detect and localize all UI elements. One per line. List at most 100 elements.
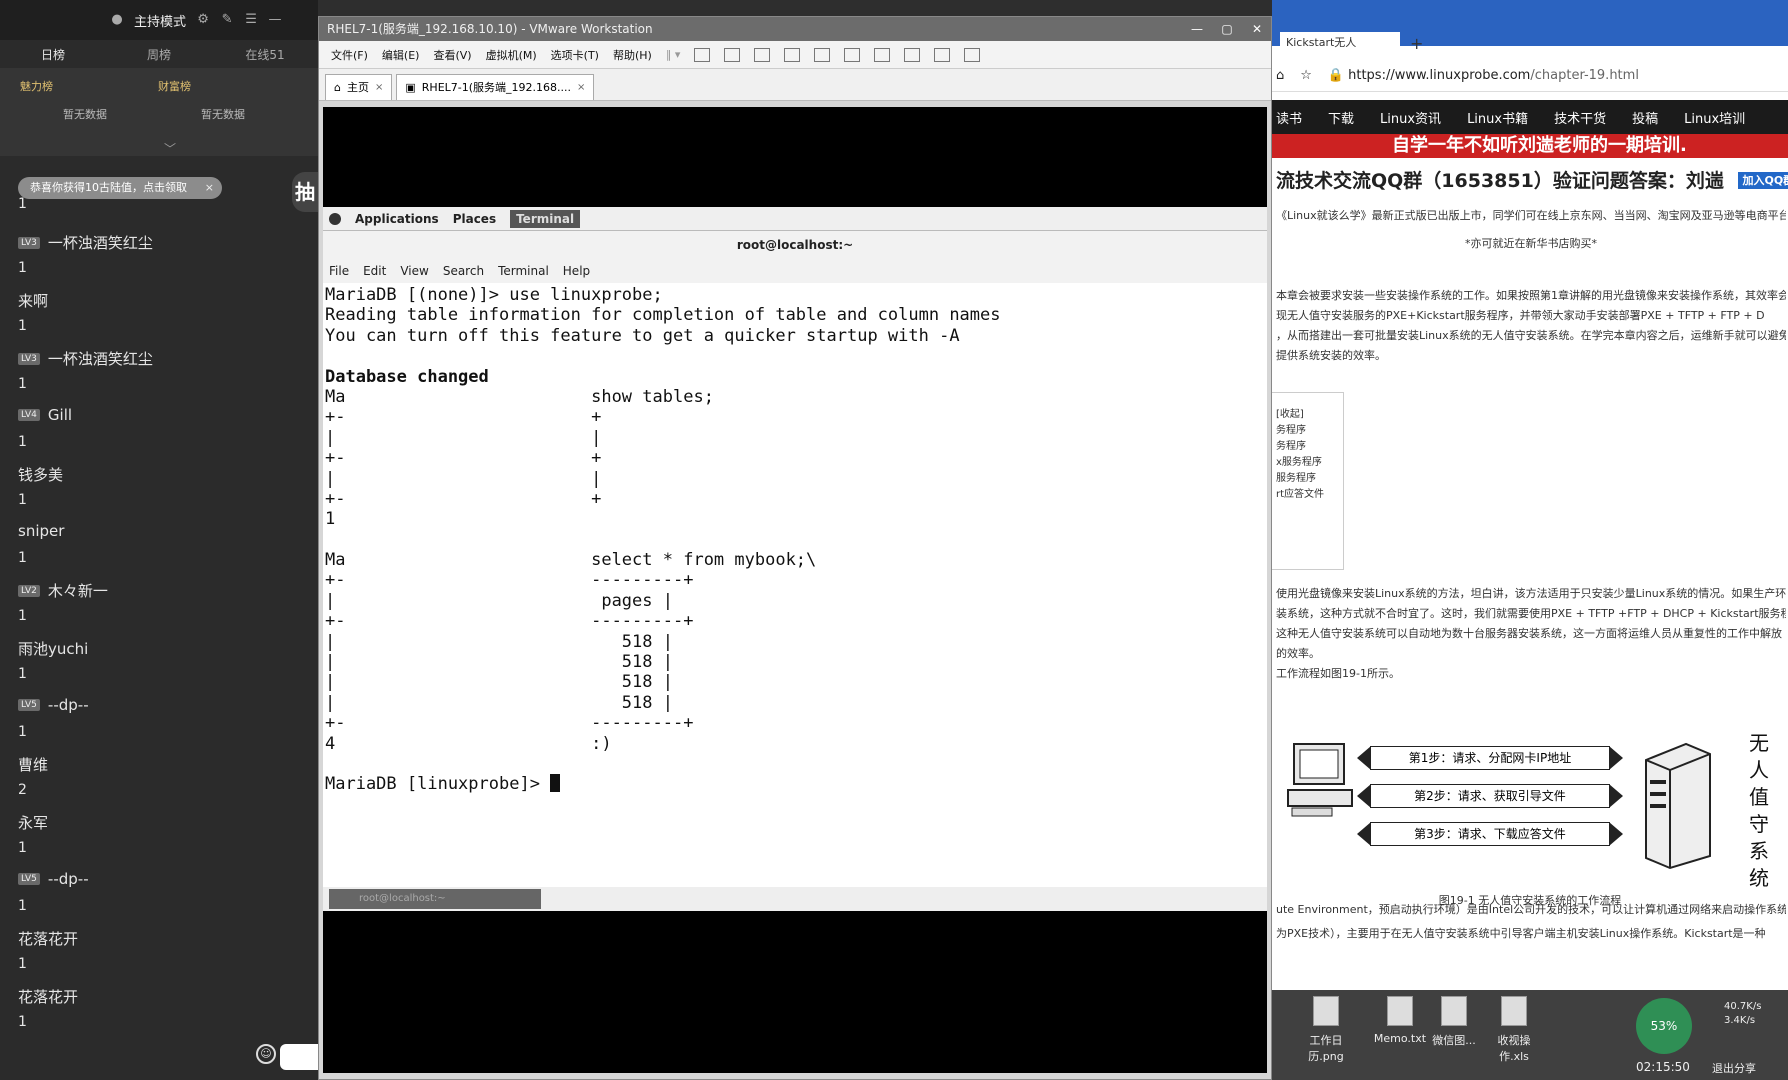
terminal-menubar: File Edit View Search Terminal Help — [323, 259, 1267, 283]
menu-view[interactable]: View — [400, 264, 428, 278]
list-item[interactable]: LV5 --dp-- 1 — [18, 694, 298, 752]
edit-icon[interactable]: ✎ — [220, 13, 234, 27]
guest-display[interactable]: Applications Places Terminal root@localh… — [323, 107, 1267, 1073]
menu-edit[interactable]: 编辑(E) — [382, 47, 420, 63]
nav-link[interactable]: 下载 — [1328, 108, 1354, 127]
star-icon[interactable]: ☆ — [1300, 68, 1312, 83]
list-item[interactable]: 来啊 1 — [18, 288, 298, 346]
menu-help[interactable]: Help — [563, 264, 590, 278]
reward-toast[interactable]: 恭喜你获得10古陆值，点击领取 × — [18, 177, 222, 199]
terminal-line: 1 — [325, 509, 1265, 529]
promo-banner[interactable]: 自学一年不如听刘遄老师的一期培训. — [1272, 134, 1788, 158]
desktop-file[interactable]: 收视操作.xls — [1484, 996, 1544, 1064]
toc-item[interactable]: 务程序 — [1276, 439, 1339, 455]
settings-icon[interactable]: ⚙ — [196, 13, 210, 27]
nav-link[interactable]: 投稿 — [1632, 108, 1658, 127]
avatar-icon[interactable]: ● — [110, 13, 124, 27]
tab-home[interactable]: ⌂ 主页 × — [325, 74, 393, 100]
viewer-name: sniper — [18, 522, 64, 540]
unity-icon[interactable] — [904, 47, 921, 62]
list-item[interactable]: 花落花开 1 — [18, 926, 298, 984]
lottery-button[interactable]: 抽 — [292, 172, 318, 212]
toc-item[interactable]: 务程序 — [1276, 423, 1339, 439]
toc-item[interactable]: x服务程序 — [1276, 455, 1339, 471]
stretch-icon[interactable] — [964, 47, 981, 62]
nav-link[interactable]: Linux资讯 — [1380, 108, 1441, 127]
terminal-line: Ma select * from mybook;\ — [325, 550, 1265, 570]
nav-link[interactable]: Linux培训 — [1684, 108, 1745, 127]
tab-online[interactable]: 在线51 — [212, 46, 318, 63]
list-item[interactable]: 花落花开 1 — [18, 984, 298, 1042]
places-menu[interactable]: Places — [453, 212, 496, 226]
viewer-name-text: 永军 — [18, 814, 49, 832]
applications-menu[interactable]: Applications — [355, 212, 439, 226]
fullscreen-icon[interactable] — [874, 47, 891, 62]
list-item[interactable]: 永军 1 — [18, 810, 298, 868]
list-item[interactable]: LV3 一杯浊酒笑红尘 1 — [18, 230, 298, 288]
console-icon[interactable] — [934, 47, 951, 62]
terminal-output[interactable]: MariaDB [(none)]> use linuxprobe; Reading… — [323, 283, 1267, 843]
menu-vm[interactable]: 虚拟机(M) — [486, 47, 537, 63]
menu-edit[interactable]: Edit — [363, 264, 386, 278]
join-qq-button[interactable]: 加入QQ群 — [1738, 172, 1788, 189]
list-item[interactable]: sniper 1 — [18, 520, 298, 578]
menu-file[interactable]: File — [329, 264, 349, 278]
nav-link[interactable]: Linux书籍 — [1467, 108, 1528, 127]
close-icon[interactable]: × — [205, 177, 214, 199]
tab-vm[interactable]: ▣ RHEL7-1(服务端_192.168.... × — [396, 74, 595, 100]
taskbar-terminal-item[interactable]: root@localhost:~ — [329, 889, 541, 909]
menu-icon[interactable]: ☰ — [244, 13, 258, 27]
browser-tab[interactable]: Kickstart无人 — [1280, 32, 1400, 54]
emoji-icon[interactable]: ☺ — [256, 1044, 276, 1064]
snapshot-manager-icon[interactable] — [784, 47, 801, 62]
send-keys-icon[interactable] — [694, 47, 711, 62]
chevron-down-icon[interactable]: ﹀ — [164, 140, 176, 157]
list-item[interactable]: LV2 木々新一 1 — [18, 578, 298, 636]
menu-help[interactable]: 帮助(H) — [613, 47, 652, 63]
host-mode-label[interactable]: 主持模式 — [134, 11, 186, 30]
terminal-menu[interactable]: Terminal — [510, 209, 581, 228]
viewer-name: 花落花开 — [18, 986, 78, 1007]
nav-link[interactable]: 读书 — [1276, 108, 1302, 127]
tab-daily[interactable]: 日榜 — [0, 46, 106, 63]
desktop-file[interactable]: Memo.txt — [1370, 996, 1430, 1045]
close-icon[interactable]: × — [375, 76, 383, 100]
toc-item[interactable]: [收起] — [1276, 407, 1339, 423]
maximize-icon[interactable]: ▢ — [1213, 17, 1241, 41]
chat-input[interactable] — [280, 1044, 318, 1070]
toc-item[interactable]: 服务程序 — [1276, 471, 1339, 487]
tab-weekly[interactable]: 周榜 — [106, 46, 212, 63]
sidebar-icon[interactable] — [814, 47, 831, 62]
menu-view[interactable]: 查看(V) — [433, 47, 471, 63]
minimize-icon[interactable]: — — [1183, 17, 1211, 41]
nav-link[interactable]: 技术干货 — [1554, 108, 1606, 127]
terminal-window[interactable]: root@localhost:~ File Edit View Search T… — [323, 231, 1267, 891]
pause-icon[interactable]: ‖ ▾ — [666, 48, 681, 61]
close-icon[interactable]: ✕ — [1243, 17, 1271, 41]
menu-tabs[interactable]: 选项卡(T) — [551, 47, 599, 63]
list-item[interactable]: 曹维 2 — [18, 752, 298, 810]
menu-terminal[interactable]: Terminal — [498, 264, 549, 278]
menu-search[interactable]: Search — [443, 264, 484, 278]
desktop-file[interactable]: 微信图... — [1424, 996, 1484, 1048]
new-tab-icon[interactable]: + — [1410, 34, 1423, 53]
minimize-icon[interactable]: — — [268, 13, 282, 27]
list-item[interactable]: LV5 --dp-- 1 — [18, 868, 298, 926]
snapshot-icon[interactable] — [724, 47, 741, 62]
terminal-line-text: | 518 | — [325, 631, 673, 652]
thumbnail-icon[interactable] — [844, 47, 861, 62]
desktop-file[interactable]: 工作日历.png — [1296, 996, 1356, 1064]
menu-file[interactable]: 文件(F) — [331, 47, 368, 63]
article-paragraph: 使用光盘镜像来安装Linux系统的方法，坦白讲，该方法适用于只安装少量Linux… — [1276, 587, 1786, 600]
list-item[interactable]: 雨池yuchi 1 — [18, 636, 298, 694]
list-item[interactable]: 钱多美 1 — [18, 462, 298, 520]
home-icon[interactable]: ⌂ — [1276, 68, 1284, 83]
revert-snapshot-icon[interactable] — [754, 47, 771, 62]
close-icon[interactable]: × — [577, 76, 585, 100]
network-speed-widget[interactable]: 53% — [1636, 998, 1692, 1054]
address-bar[interactable]: ⌂ ☆ 🔒 https://www.linuxprobe.com/chapter… — [1272, 60, 1788, 92]
exit-share-button[interactable]: 退出分享 — [1712, 1060, 1756, 1076]
list-item[interactable]: LV4 Gill 1 — [18, 404, 298, 462]
list-item[interactable]: LV3 一杯浊酒笑红尘 1 — [18, 346, 298, 404]
toc-item[interactable]: rt应答文件 — [1276, 487, 1339, 503]
